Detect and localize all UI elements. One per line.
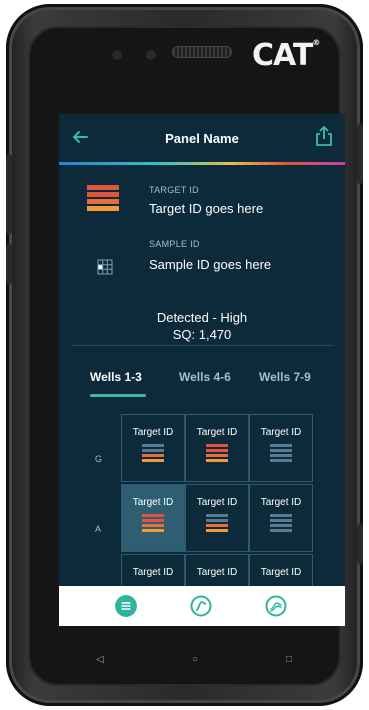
bottom-nav bbox=[59, 586, 345, 626]
section-divider bbox=[71, 345, 333, 346]
well-label: Target ID bbox=[196, 567, 238, 578]
soft-key-bar: ◁ ○ □ bbox=[28, 636, 341, 686]
sq-value: SQ: 1,470 bbox=[172, 327, 232, 342]
well-label: Target ID bbox=[196, 497, 238, 508]
well-label: Target ID bbox=[260, 567, 302, 578]
sample-info: SAMPLE ID Sample ID goes here bbox=[59, 221, 345, 277]
well-label: Target ID bbox=[132, 497, 174, 508]
phone-device: CAT® Panel Name TARGET ID Target ID goes… bbox=[6, 4, 363, 706]
target-heat-icon bbox=[87, 185, 119, 213]
heat-bars-icon bbox=[142, 514, 164, 532]
row-label-g: G bbox=[95, 454, 103, 464]
side-button bbox=[357, 124, 363, 184]
sample-label: SAMPLE ID bbox=[149, 239, 200, 249]
heat-bars-icon bbox=[270, 444, 292, 462]
well-label: Target ID bbox=[260, 427, 302, 438]
sample-value: Sample ID goes here bbox=[149, 257, 272, 272]
side-button bbox=[357, 524, 363, 564]
heat-bars-icon bbox=[206, 444, 228, 462]
page-title: Panel Name bbox=[165, 130, 239, 146]
active-tab-indicator bbox=[90, 394, 146, 397]
sensor bbox=[146, 50, 156, 60]
well-cell[interactable]: Target ID bbox=[249, 414, 313, 482]
well-cell[interactable]: Target ID bbox=[121, 414, 185, 482]
recents-softkey-icon[interactable]: □ bbox=[286, 654, 292, 665]
detection-status: Detected - High bbox=[156, 310, 248, 325]
tab-wells-4-6[interactable]: Wells 4-6 bbox=[179, 370, 231, 384]
curve-icon[interactable] bbox=[190, 595, 212, 617]
back-arrow-icon[interactable] bbox=[71, 128, 89, 146]
well-label: Target ID bbox=[260, 497, 302, 508]
home-softkey-icon[interactable]: ○ bbox=[192, 654, 198, 665]
earpiece-speaker bbox=[172, 46, 232, 58]
heat-bars-icon bbox=[142, 444, 164, 462]
tab-wells-7-9[interactable]: Wells 7-9 bbox=[259, 370, 311, 384]
back-softkey-icon[interactable]: ◁ bbox=[96, 654, 104, 665]
list-icon[interactable] bbox=[115, 595, 137, 617]
app-screen: Panel Name TARGET ID Target ID goes here bbox=[59, 114, 345, 626]
side-button bbox=[6, 244, 12, 284]
share-icon[interactable] bbox=[315, 125, 333, 147]
target-label: TARGET ID bbox=[149, 185, 199, 195]
well-label: Target ID bbox=[132, 427, 174, 438]
well-cell-selected[interactable]: Target ID bbox=[121, 484, 185, 552]
front-camera bbox=[112, 50, 122, 60]
well-label: Target ID bbox=[196, 427, 238, 438]
amplification-icon[interactable] bbox=[265, 595, 287, 617]
app-header: Panel Name bbox=[59, 114, 345, 162]
row-label-a: A bbox=[95, 524, 102, 534]
tab-wells-1-3[interactable]: Wells 1-3 bbox=[90, 370, 142, 384]
well-cell[interactable]: Target ID bbox=[185, 484, 249, 552]
heat-bars-icon bbox=[270, 514, 292, 532]
side-button bbox=[6, 154, 12, 234]
heat-bars-icon bbox=[206, 514, 228, 532]
detection-result: Detected - High SQ: 1,470 bbox=[59, 309, 345, 343]
well-grid-icon bbox=[97, 259, 113, 275]
brand-logo: CAT® bbox=[252, 38, 320, 73]
well-cell[interactable]: Target ID bbox=[249, 484, 313, 552]
well-label: Target ID bbox=[132, 567, 174, 578]
well-cell[interactable]: Target ID bbox=[185, 414, 249, 482]
target-info: TARGET ID Target ID goes here bbox=[59, 165, 345, 221]
target-value: Target ID goes here bbox=[149, 201, 264, 216]
wells-tabs: Wells 1-3 Wells 4-6 Wells 7-9 bbox=[59, 370, 345, 400]
